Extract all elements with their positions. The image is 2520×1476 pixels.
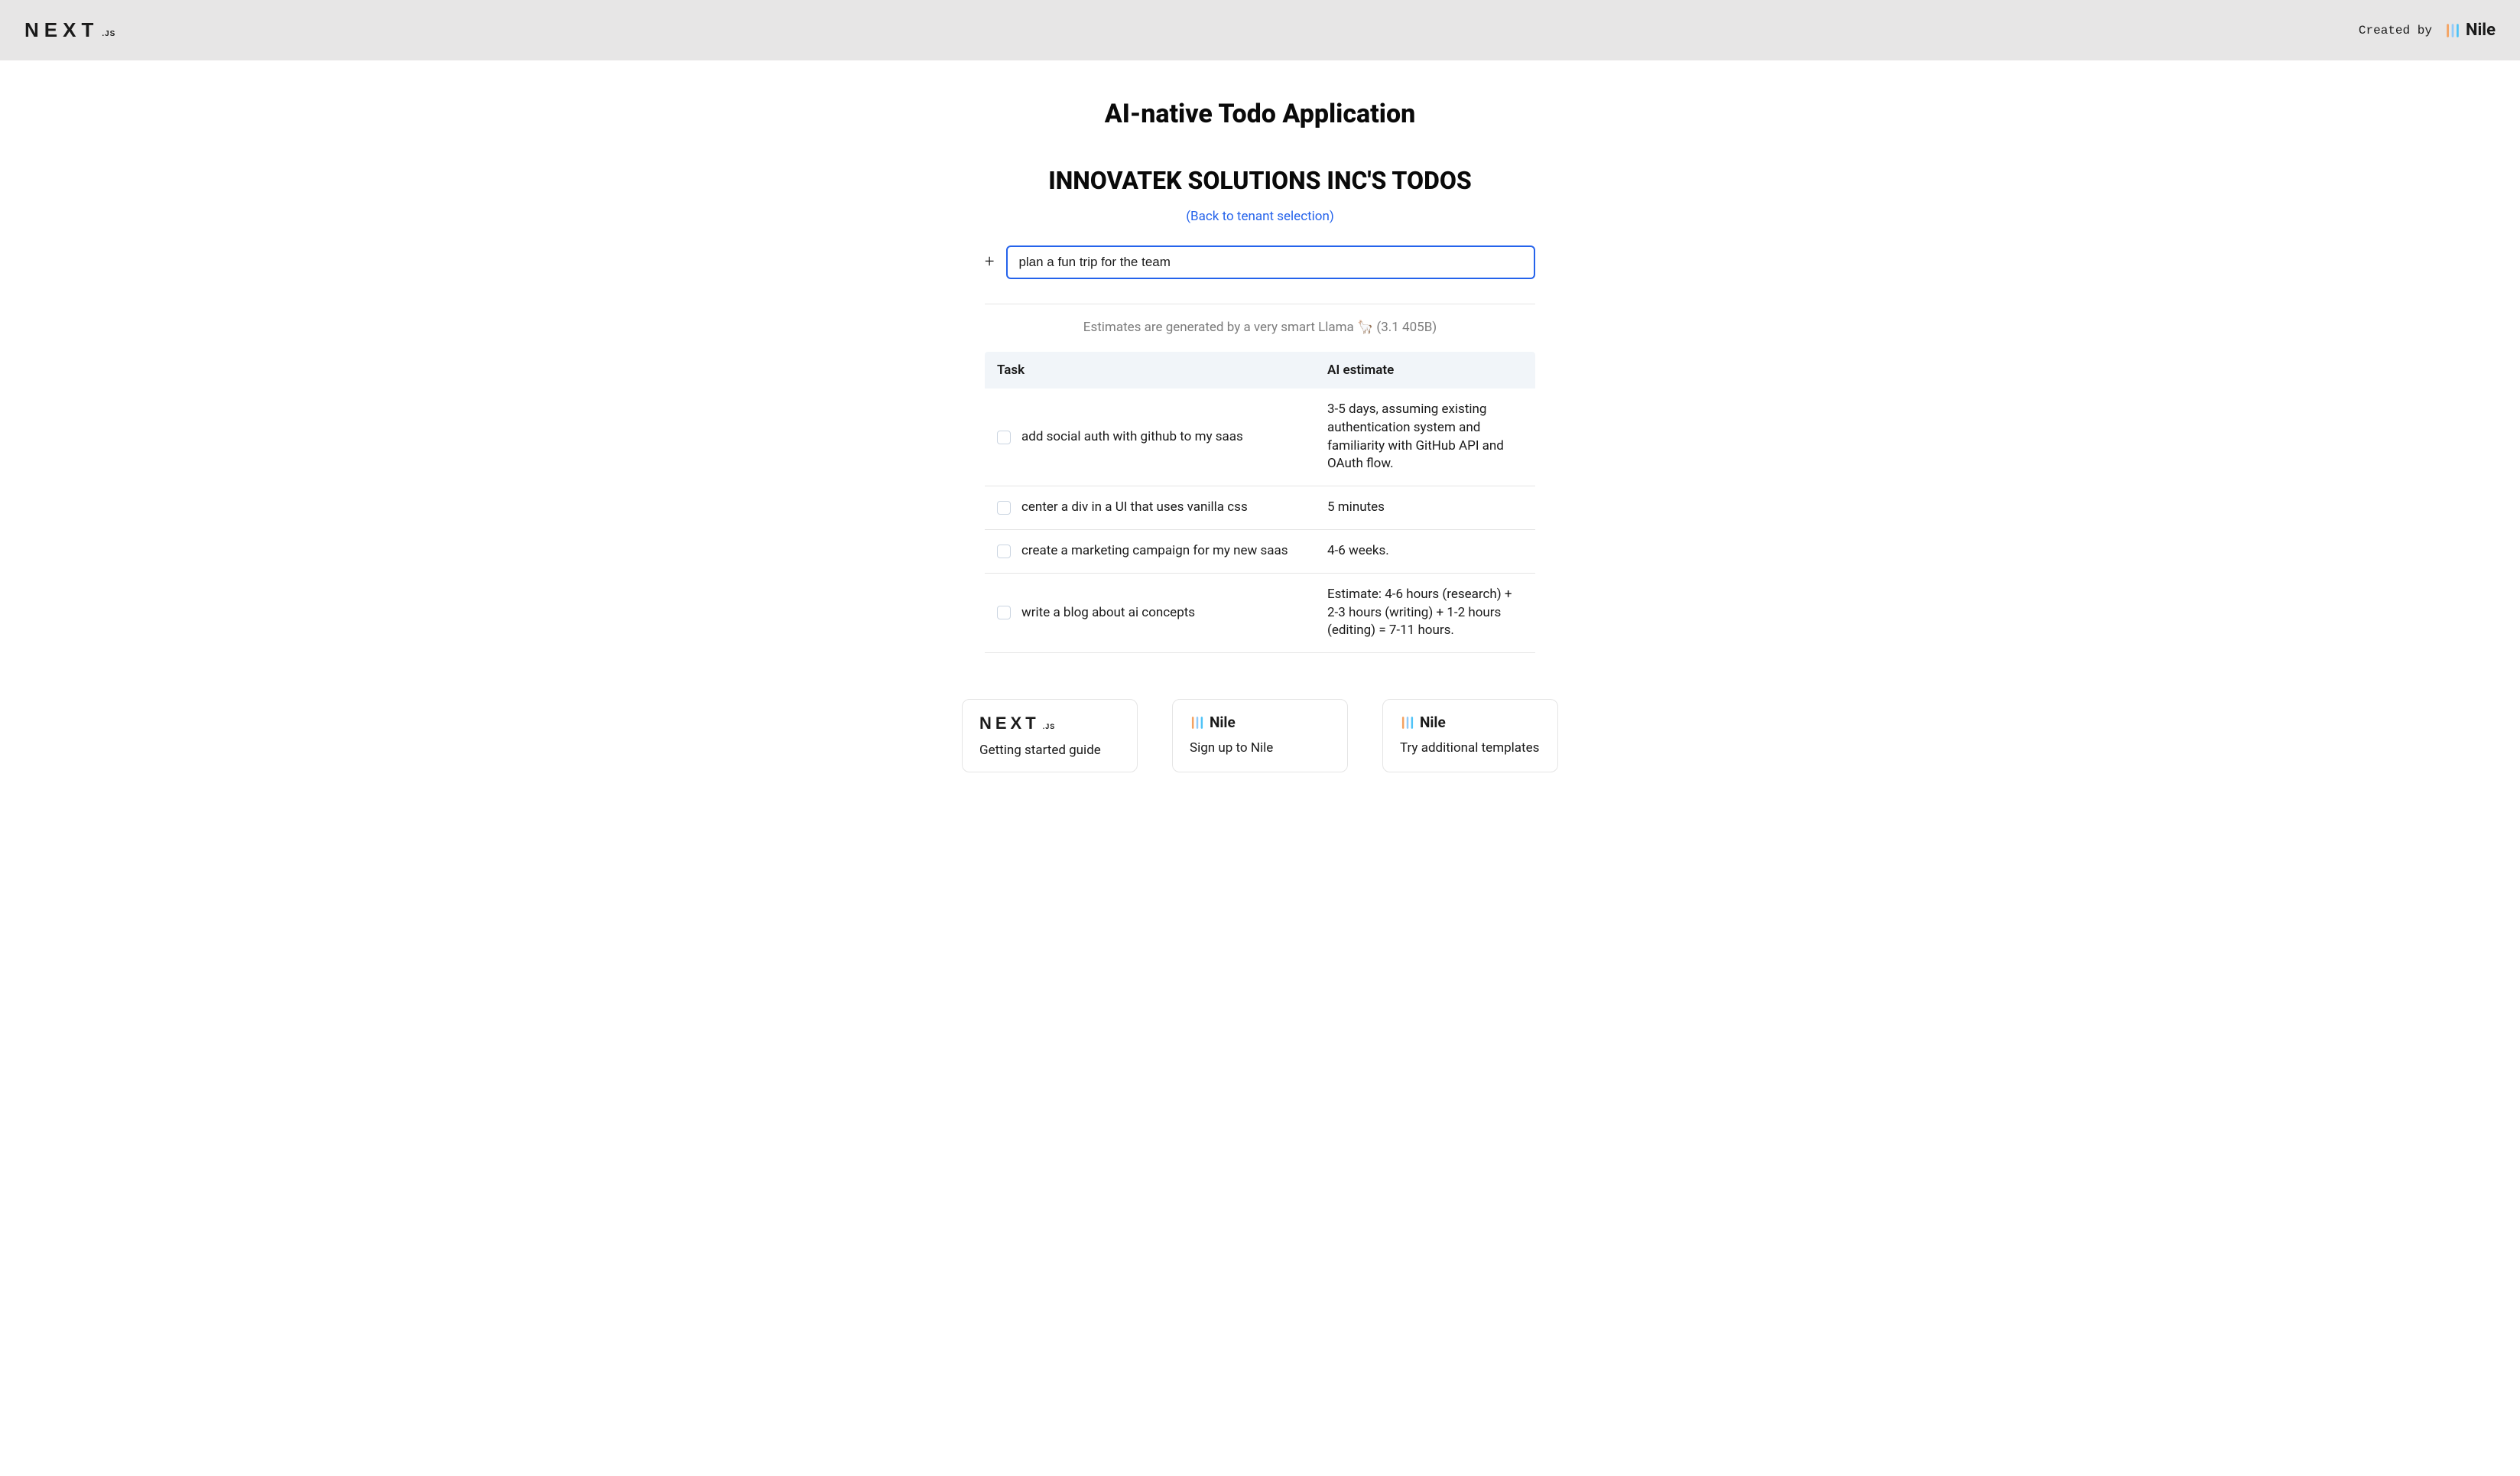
table-row: create a marketing campaign for my new s… <box>985 530 1535 574</box>
nile-logo-text: Nile <box>1420 714 1446 731</box>
nile-icon <box>1400 715 1415 730</box>
nile-icon <box>2444 22 2461 39</box>
estimate-text: Estimate: 4-6 hours (research) + 2-3 hou… <box>1315 574 1535 652</box>
nextjs-logo-main: NEXT <box>979 714 1040 733</box>
footer-card-signup[interactable]: Nile Sign up to Nile <box>1172 699 1348 772</box>
todo-input[interactable] <box>1006 245 1535 279</box>
table-row: center a div in a UI that uses vanilla c… <box>985 486 1535 530</box>
estimate-text: 5 minutes <box>1315 486 1535 529</box>
table-row: add social auth with github to my saas 3… <box>985 389 1535 486</box>
nextjs-logo-sub: .JS <box>102 30 115 38</box>
nextjs-logo[interactable]: NEXT .JS <box>24 18 115 42</box>
todo-table: Task AI estimate add social auth with gi… <box>985 352 1535 653</box>
footer-card-text: Sign up to Nile <box>1190 740 1330 756</box>
tenant-title: INNOVATEK SOLUTIONS INC'S TODOS <box>947 166 1573 195</box>
nile-logo-small: Nile <box>1400 714 1541 731</box>
created-by-text: Created by <box>2359 24 2432 37</box>
footer-card-templates[interactable]: Nile Try additional templates <box>1382 699 1558 772</box>
todo-checkbox[interactable] <box>997 606 1011 619</box>
nile-logo-text: Nile <box>2466 21 2496 40</box>
app-title: AI-native Todo Application <box>947 99 1573 129</box>
todo-checkbox[interactable] <box>997 501 1011 515</box>
nile-logo-text: Nile <box>1210 714 1236 731</box>
footer-card-text: Try additional templates <box>1400 740 1541 756</box>
table-header-task: Task <box>985 352 1315 389</box>
task-text: write a blog about ai concepts <box>1021 604 1195 623</box>
task-text: center a div in a UI that uses vanilla c… <box>1021 499 1248 517</box>
nile-logo[interactable]: Nile <box>2444 21 2496 40</box>
todo-checkbox[interactable] <box>997 545 1011 558</box>
created-by-section: Created by Nile <box>2359 21 2496 40</box>
estimate-text: 3-5 days, assuming existing authenticati… <box>1315 389 1535 486</box>
estimate-note: Estimates are generated by a very smart … <box>947 320 1573 335</box>
table-header: Task AI estimate <box>985 352 1535 389</box>
main-content: AI-native Todo Application INNOVATEK SOL… <box>916 60 1604 795</box>
nextjs-logo-sub: .JS <box>1043 723 1056 730</box>
task-text: create a marketing campaign for my new s… <box>1021 542 1288 561</box>
nile-icon <box>1190 715 1205 730</box>
nextjs-logo-small: NEXT .JS <box>979 714 1120 733</box>
footer-card-text: Getting started guide <box>979 743 1120 758</box>
todo-checkbox[interactable] <box>997 431 1011 444</box>
table-row: write a blog about ai concepts Estimate:… <box>985 574 1535 653</box>
footer-card-getting-started[interactable]: NEXT .JS Getting started guide <box>962 699 1138 772</box>
table-header-estimate: AI estimate <box>1315 352 1535 389</box>
add-icon[interactable]: + <box>985 254 994 271</box>
back-to-tenant-link[interactable]: (Back to tenant selection) <box>1186 209 1334 224</box>
footer-cards: NEXT .JS Getting started guide Nile Sign… <box>947 699 1573 772</box>
nile-logo-small: Nile <box>1190 714 1330 731</box>
page-header: NEXT .JS Created by Nile <box>0 0 2520 60</box>
add-todo-section: + <box>985 245 1535 304</box>
nextjs-logo-main: NEXT <box>24 18 99 42</box>
estimate-text: 4-6 weeks. <box>1315 530 1535 573</box>
task-text: add social auth with github to my saas <box>1021 428 1243 447</box>
